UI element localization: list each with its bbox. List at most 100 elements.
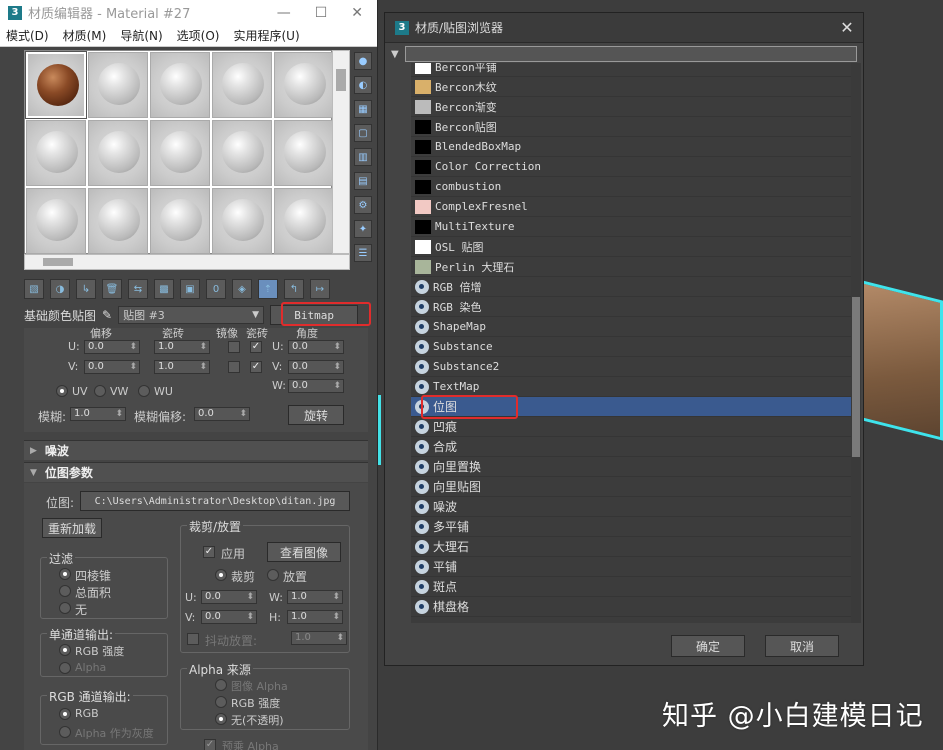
- show-end-result-icon[interactable]: ⇡: [258, 279, 278, 299]
- mono-rgb-radio[interactable]: [59, 644, 71, 656]
- material-map-navigator-icon[interactable]: ☰: [354, 244, 372, 262]
- rgb-output-alpha-radio[interactable]: [59, 726, 71, 738]
- assign-to-selection-icon[interactable]: ↳: [76, 279, 96, 299]
- u-tile-checkbox[interactable]: ✓: [250, 341, 262, 353]
- menu-options[interactable]: 选项(O): [177, 27, 220, 44]
- sample-slot[interactable]: [26, 188, 86, 254]
- crop-u-spinner[interactable]: 0.0: [201, 590, 257, 604]
- sample-slot[interactable]: [212, 188, 272, 254]
- background-icon[interactable]: ▦: [354, 100, 372, 118]
- vw-radio[interactable]: [94, 385, 106, 397]
- map-list-item[interactable]: Bercon木纹: [411, 77, 851, 97]
- sample-slot[interactable]: [26, 120, 86, 186]
- sample-slot[interactable]: [274, 120, 334, 186]
- map-list-item[interactable]: ComplexFresnel: [411, 197, 851, 217]
- map-list-item[interactable]: 合成: [411, 437, 851, 457]
- view-image-button[interactable]: 查看图像: [267, 542, 341, 562]
- map-list-item[interactable]: TextMap: [411, 377, 851, 397]
- show-map-icon[interactable]: ◈: [232, 279, 252, 299]
- close-icon[interactable]: ✕: [351, 5, 363, 21]
- put-to-scene-icon[interactable]: ◑: [50, 279, 70, 299]
- map-list-item[interactable]: Bercon渐变: [411, 97, 851, 117]
- bitmap-params-rollout[interactable]: ▼ 位图参数: [24, 462, 368, 482]
- material-id-icon[interactable]: 0: [206, 279, 226, 299]
- go-to-parent-icon[interactable]: ↰: [284, 279, 304, 299]
- map-list-item[interactable]: 棋盘格: [411, 597, 851, 617]
- map-list-item[interactable]: Bercon贴图: [411, 117, 851, 137]
- alpha-none-radio[interactable]: [215, 713, 227, 725]
- sample-type-icon[interactable]: ●: [354, 52, 372, 70]
- jitter-checkbox[interactable]: [187, 633, 199, 645]
- crop-h-spinner[interactable]: 1.0: [287, 610, 343, 624]
- filter-pyramidal-radio[interactable]: [59, 568, 71, 580]
- get-material-icon[interactable]: ▧: [24, 279, 44, 299]
- v-angle-spinner[interactable]: 0.0: [288, 360, 344, 374]
- map-list-item[interactable]: MultiTexture: [411, 217, 851, 237]
- bitmap-path-button[interactable]: C:\Users\Administrator\Desktop\ditan.jpg: [80, 491, 350, 511]
- map-list-item[interactable]: 多平铺: [411, 517, 851, 537]
- make-preview-icon[interactable]: ▤: [354, 172, 372, 190]
- delete-icon[interactable]: 🗑: [102, 279, 122, 299]
- map-list-item[interactable]: BlendedBoxMap: [411, 137, 851, 157]
- map-list-item[interactable]: 向里置换: [411, 457, 851, 477]
- sample-slot[interactable]: [88, 120, 148, 186]
- uv-radio[interactable]: [56, 385, 68, 397]
- select-by-material-icon[interactable]: ✦: [354, 220, 372, 238]
- alpha-image-radio[interactable]: [215, 679, 227, 691]
- crop-v-spinner[interactable]: 0.0: [201, 610, 257, 624]
- map-list-item[interactable]: 平铺: [411, 557, 851, 577]
- v-mirror-checkbox[interactable]: [228, 361, 240, 373]
- mono-alpha-radio[interactable]: [59, 662, 71, 674]
- premultiply-checkbox[interactable]: ✓: [204, 739, 216, 750]
- wu-radio[interactable]: [138, 385, 150, 397]
- sample-slot[interactable]: [150, 120, 210, 186]
- filter-none-radio[interactable]: [59, 602, 71, 614]
- map-list-item[interactable]: 噪波: [411, 497, 851, 517]
- sample-slot[interactable]: [150, 52, 210, 118]
- eyedropper-icon[interactable]: ✎: [102, 308, 112, 322]
- rotate-button[interactable]: 旋转: [288, 405, 344, 425]
- noise-rollout[interactable]: ▶ 噪波: [24, 440, 368, 460]
- v-tile-checkbox[interactable]: ✓: [250, 361, 262, 373]
- filter-summed-radio[interactable]: [59, 585, 71, 597]
- crop-radio[interactable]: [215, 569, 227, 581]
- blur-offset-spinner[interactable]: 0.0: [194, 407, 250, 421]
- make-unique-icon[interactable]: ⇆: [128, 279, 148, 299]
- map-list-item[interactable]: OSL 贴图: [411, 237, 851, 257]
- map-name-field[interactable]: 贴图 #3 ▼: [118, 306, 265, 324]
- map-list-item[interactable]: Substance: [411, 337, 851, 357]
- map-list-item[interactable]: Perlin 大理石: [411, 257, 851, 277]
- map-list-item[interactable]: 凹痕: [411, 417, 851, 437]
- map-list-item[interactable]: RGB 染色: [411, 297, 851, 317]
- menu-navigation[interactable]: 导航(N): [120, 27, 162, 44]
- uv-tiling-icon[interactable]: ▢: [354, 124, 372, 142]
- sample-slot[interactable]: [88, 52, 148, 118]
- w-angle-spinner[interactable]: 0.0: [288, 379, 344, 393]
- menu-utilities[interactable]: 实用程序(U): [233, 27, 299, 44]
- u-tiling-spinner[interactable]: 1.0: [154, 340, 210, 354]
- backlight-icon[interactable]: ◐: [354, 76, 372, 94]
- ok-button[interactable]: 确定: [671, 635, 745, 657]
- slots-vertical-scrollbar[interactable]: [332, 50, 350, 254]
- rgb-output-rgb-radio[interactable]: [59, 708, 71, 720]
- sample-slot[interactable]: [150, 188, 210, 254]
- apply-checkbox[interactable]: ✓: [203, 546, 215, 558]
- close-icon[interactable]: ✕: [831, 18, 863, 37]
- map-list-item[interactable]: 向里贴图: [411, 477, 851, 497]
- reload-button[interactable]: 重新加载: [42, 518, 102, 538]
- map-list-item[interactable]: combustion: [411, 177, 851, 197]
- crop-w-spinner[interactable]: 1.0: [287, 590, 343, 604]
- map-list-item[interactable]: 斑点: [411, 577, 851, 597]
- browser-search-input[interactable]: [405, 46, 857, 62]
- map-list-item[interactable]: 大理石: [411, 537, 851, 557]
- u-mirror-checkbox[interactable]: [228, 341, 240, 353]
- map-list-item[interactable]: Color Correction: [411, 157, 851, 177]
- cancel-button[interactable]: 取消: [765, 635, 839, 657]
- sample-slot[interactable]: [274, 52, 334, 118]
- v-offset-spinner[interactable]: 0.0: [84, 360, 140, 374]
- alpha-rgb-radio[interactable]: [215, 696, 227, 708]
- sample-slot[interactable]: [212, 52, 272, 118]
- map-list-item[interactable]: RGB 倍增: [411, 277, 851, 297]
- options-icon[interactable]: ⚙: [354, 196, 372, 214]
- v-tiling-spinner[interactable]: 1.0: [154, 360, 210, 374]
